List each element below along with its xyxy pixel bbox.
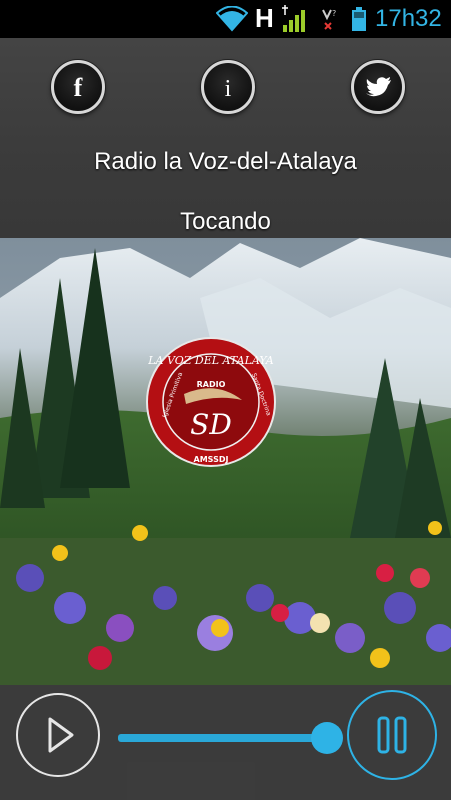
twitter-bird-icon bbox=[366, 77, 391, 97]
logo-sub-text: RADIO bbox=[197, 380, 226, 389]
network-type-label: H bbox=[255, 3, 274, 33]
volume-slider-thumb[interactable] bbox=[311, 722, 343, 754]
station-logo: LA VOZ DEL ATALAYA RADIO SD Iglesia Prim… bbox=[146, 337, 276, 467]
info-icon-glyph: i bbox=[225, 76, 232, 102]
facebook-icon-glyph: f bbox=[74, 73, 83, 102]
facebook-icon: f bbox=[74, 73, 83, 102]
info-button[interactable]: i bbox=[201, 60, 255, 114]
pause-icon bbox=[377, 716, 407, 754]
volume-slider-track[interactable] bbox=[118, 734, 328, 742]
logo-top-text: LA VOZ DEL ATALAYA bbox=[147, 354, 274, 367]
play-icon bbox=[48, 717, 74, 753]
battery-icon bbox=[352, 7, 366, 31]
wifi-icon bbox=[216, 6, 248, 32]
header-panel: f i Radio la Voz-del-Atalaya Tocando bbox=[0, 38, 451, 238]
twitter-button[interactable] bbox=[351, 60, 405, 114]
playback-status: Tocando bbox=[180, 208, 271, 235]
info-icon: i bbox=[225, 76, 232, 102]
station-title: Radio la Voz-del-Atalaya bbox=[94, 148, 357, 175]
play-button[interactable] bbox=[16, 693, 100, 777]
status-bar: H ? 17h32 bbox=[0, 0, 451, 38]
facebook-button[interactable]: f bbox=[51, 60, 105, 114]
player-controls bbox=[0, 685, 451, 800]
signal-icon bbox=[282, 5, 305, 32]
logo-ring-bottom: AMSSDJ bbox=[194, 455, 229, 464]
svg-text:?: ? bbox=[332, 9, 336, 18]
logo-center-text: SD bbox=[190, 408, 232, 441]
no-sim-icon: ? bbox=[322, 9, 336, 30]
clock-time: 17h32 bbox=[375, 5, 442, 32]
pause-button[interactable] bbox=[347, 690, 437, 780]
